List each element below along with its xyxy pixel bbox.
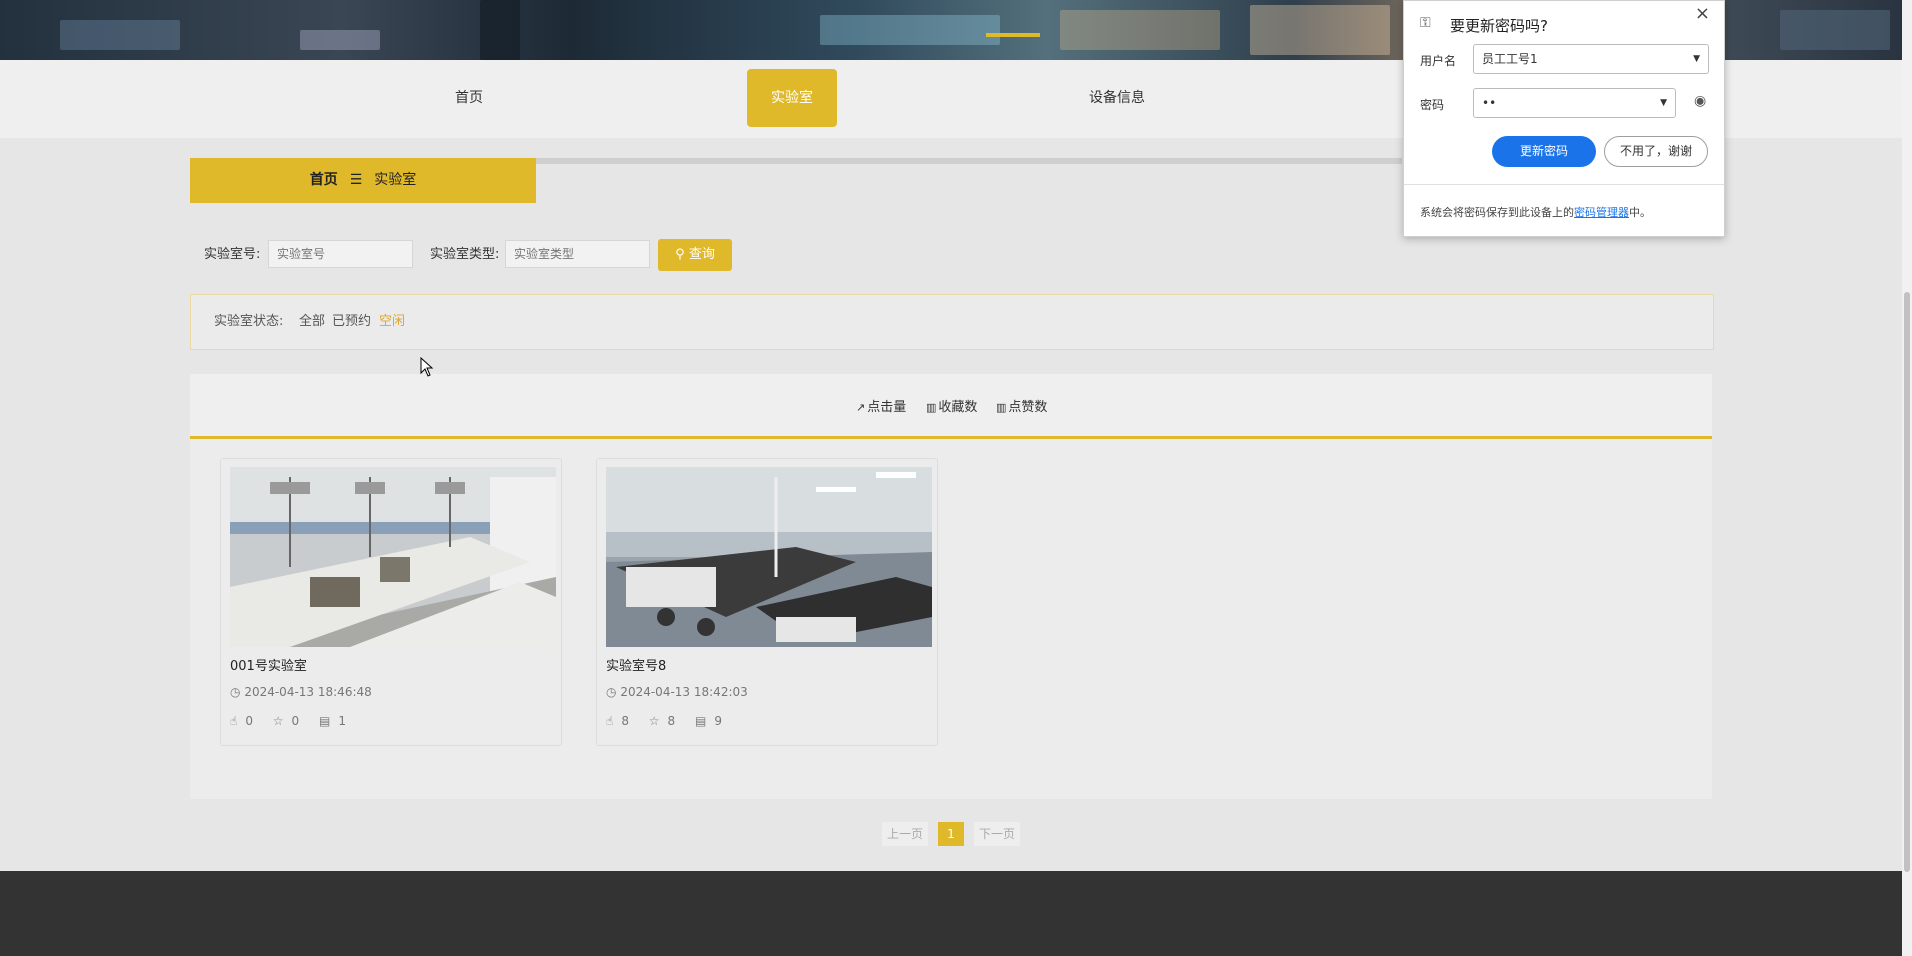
status-option-all[interactable]: 全部 <box>299 295 325 349</box>
like-count: 0 <box>245 714 253 728</box>
dialog-note: 系统会将密码保存到此设备上的密码管理器中。 <box>1420 204 1651 220</box>
breadcrumb-track <box>536 158 1402 164</box>
comment-icon: ▤ <box>319 714 331 728</box>
nav-item-home[interactable]: 首页 <box>419 69 519 127</box>
chart-icon: ▥ <box>996 401 1007 414</box>
sort-label: 收藏数 <box>938 400 978 415</box>
banner-slide-indicator[interactable] <box>986 33 1040 37</box>
lab-stats: ☝ 8 ☆ 8 ▤ 9 <box>606 714 738 728</box>
lab-time-value: 2024-04-13 18:46:48 <box>244 685 372 699</box>
close-icon[interactable]: × <box>1695 3 1710 24</box>
status-filter: 实验室状态: 全部 已预约 空闲 <box>190 294 1714 350</box>
lab-title: 001号实验室 <box>230 659 307 674</box>
comment-icon: ▤ <box>695 714 707 728</box>
password-value: •• <box>1482 96 1497 110</box>
mouse-cursor-icon <box>420 357 434 377</box>
chart-icon: ▥ <box>926 401 937 414</box>
star-icon: ☆ <box>648 714 660 728</box>
trend-icon: ↗ <box>856 401 866 414</box>
note-text: 系统会将密码保存到此设备上的 <box>1420 206 1574 219</box>
thumbs-up-icon: ☝ <box>230 714 238 728</box>
sort-label: 点击量 <box>867 400 907 415</box>
username-select[interactable]: 员工工号1 ▼ <box>1473 44 1709 74</box>
favorite-count: 8 <box>667 714 676 728</box>
query-button-label: 查询 <box>688 247 715 262</box>
status-option-free[interactable]: 空闲 <box>379 295 405 349</box>
lab-time: ◷ 2024-04-13 18:46:48 <box>230 685 372 699</box>
lab-card[interactable]: 实验室号8 ◷ 2024-04-13 18:42:03 ☝ 8 ☆ 8 ▤ 9 <box>596 458 938 746</box>
sort-by-favorites[interactable]: ▥ 收藏数 <box>926 396 977 415</box>
clock-icon: ◷ <box>230 685 241 699</box>
password-update-dialog: ⚿ 要更新密码吗? × 用户名 员工工号1 ▼ 密码 •• ▼ ◉ 更新密码 不… <box>1403 0 1725 237</box>
lab-list-panel: ↗ 点击量 ▥ 收藏数 ▥ 点赞数 001号实验室 ◷ 2024-04-13 1… <box>190 374 1712 799</box>
favorite-count: 0 <box>291 714 300 728</box>
eye-icon[interactable]: ◉ <box>1694 93 1706 109</box>
lab-photo <box>606 467 932 647</box>
sort-by-clicks[interactable]: ↗ 点击量 <box>856 396 906 415</box>
lab-title: 实验室号8 <box>606 659 667 674</box>
lab-photo <box>230 467 556 647</box>
next-page-button[interactable]: 下一页 <box>974 822 1020 846</box>
decline-button[interactable]: 不用了，谢谢 <box>1604 136 1708 167</box>
comment-count: 1 <box>338 714 346 728</box>
password-manager-link[interactable]: 密码管理器 <box>1574 206 1629 219</box>
password-select[interactable]: •• ▼ <box>1473 88 1676 118</box>
scrollbar-thumb[interactable] <box>1904 292 1910 872</box>
dialog-divider <box>1404 184 1724 185</box>
lab-type-input[interactable] <box>505 240 650 268</box>
page-1-button[interactable]: 1 <box>938 822 964 846</box>
breadcrumb: 首页 ☰ 实验室 <box>190 158 536 203</box>
password-label: 密码 <box>1420 98 1445 112</box>
sort-bar: ↗ 点击量 ▥ 收藏数 ▥ 点赞数 <box>190 374 1712 439</box>
lab-time: ◷ 2024-04-13 18:42:03 <box>606 685 748 699</box>
star-icon: ☆ <box>272 714 284 728</box>
like-count: 8 <box>621 714 629 728</box>
like-stat[interactable]: ☝ 8 <box>606 714 637 728</box>
nav-item-equipment[interactable]: 设备信息 <box>1067 69 1167 127</box>
update-password-button[interactable]: 更新密码 <box>1492 136 1596 167</box>
comment-count: 9 <box>714 714 722 728</box>
note-suffix: 中。 <box>1629 206 1651 219</box>
comment-stat[interactable]: ▤ 9 <box>695 714 730 728</box>
username-value: 员工工号1 <box>1482 52 1538 66</box>
sort-label: 点赞数 <box>1008 400 1048 415</box>
sort-by-likes[interactable]: ▥ 点赞数 <box>996 396 1047 415</box>
lab-type-label: 实验室类型: <box>430 247 500 262</box>
like-stat[interactable]: ☝ 0 <box>230 714 261 728</box>
page-scrollbar[interactable] <box>1902 0 1912 956</box>
prev-page-button[interactable]: 上一页 <box>882 822 928 846</box>
lab-time-value: 2024-04-13 18:42:03 <box>620 685 748 699</box>
caret-down-icon: ▼ <box>1693 54 1700 64</box>
breadcrumb-current: 实验室 <box>374 172 417 188</box>
caret-down-icon: ▼ <box>1660 98 1667 108</box>
lab-card[interactable]: 001号实验室 ◷ 2024-04-13 18:46:48 ☝ 0 ☆ 0 ▤ 1 <box>220 458 562 746</box>
status-option-booked[interactable]: 已预约 <box>332 295 371 349</box>
username-label: 用户名 <box>1420 54 1457 68</box>
lab-no-input[interactable] <box>268 240 413 268</box>
favorite-stat[interactable]: ☆ 0 <box>273 714 307 728</box>
dialog-title: 要更新密码吗? <box>1450 17 1548 35</box>
status-filter-label: 实验室状态: <box>214 314 284 329</box>
nav-item-lab[interactable]: 实验室 <box>747 69 837 127</box>
lab-stats: ☝ 0 ☆ 0 ▤ 1 <box>230 714 362 728</box>
thumbs-up-icon: ☝ <box>606 714 614 728</box>
breadcrumb-home[interactable]: 首页 <box>310 172 338 188</box>
comment-stat[interactable]: ▤ 1 <box>319 714 354 728</box>
key-icon: ⚿ <box>1420 15 1431 31</box>
favorite-stat[interactable]: ☆ 8 <box>649 714 683 728</box>
search-icon: ⚲ <box>675 247 685 262</box>
lab-no-label: 实验室号: <box>204 247 261 262</box>
page-footer <box>0 871 1902 956</box>
clock-icon: ◷ <box>606 685 617 699</box>
query-button[interactable]: ⚲ 查询 <box>658 239 732 271</box>
menu-icon: ☰ <box>349 172 363 188</box>
